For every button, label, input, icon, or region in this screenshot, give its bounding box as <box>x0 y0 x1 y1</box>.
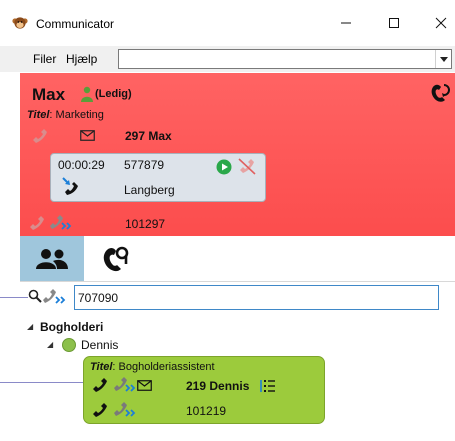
active-call-box: 00:00:29 577879 Langberg <box>50 153 266 202</box>
user-direct-number: 101297 <box>125 217 166 231</box>
user-titel: Titel: Marketing <box>27 109 104 121</box>
tree-person-label[interactable]: Dennis <box>81 338 118 352</box>
expand-arrow-icon[interactable]: ◢ <box>27 322 33 331</box>
connector-line <box>0 382 86 383</box>
search-icon[interactable] <box>28 289 42 303</box>
forward-phone-icon[interactable] <box>114 376 138 394</box>
connector-line <box>0 297 28 298</box>
hangup-icon[interactable] <box>237 157 257 175</box>
call-history-phone-icon[interactable] <box>430 83 452 103</box>
call-contact-name: Langberg <box>124 183 175 197</box>
tab-voicemail[interactable] <box>84 236 148 281</box>
tree-group-label[interactable]: Bogholderi <box>40 320 103 334</box>
close-button[interactable] <box>426 10 455 36</box>
forward-phone-icon[interactable] <box>114 401 138 419</box>
phone-icon[interactable] <box>29 215 45 231</box>
titel-label: Titel <box>90 361 113 373</box>
titel-value: : Bogholderiassistent <box>112 361 215 373</box>
menu-hjaelp[interactable]: Hjælp <box>66 52 97 66</box>
monkey-icon <box>12 17 28 29</box>
maximize-icon <box>389 18 399 28</box>
minimize-icon <box>341 22 351 24</box>
contact-titel: Titel: Bogholderiassistent <box>90 361 215 373</box>
contact-extension: 219 Dennis <box>186 379 250 393</box>
close-icon <box>435 17 447 29</box>
window-title: Communicator <box>36 17 115 31</box>
mail-icon[interactable] <box>80 130 95 141</box>
phone-icon[interactable] <box>92 402 108 418</box>
menu-bar: Filer Hjælp <box>0 46 455 72</box>
menu-filer[interactable]: Filer <box>33 52 56 66</box>
mail-icon[interactable] <box>137 380 152 391</box>
list-icon[interactable] <box>260 379 276 393</box>
call-number: 577879 <box>124 158 165 172</box>
expand-arrow-icon[interactable]: ◢ <box>47 340 53 349</box>
tab-strip <box>20 236 455 282</box>
title-bar: Communicator <box>0 0 455 44</box>
user-extension: 297 Max <box>125 129 172 143</box>
combo-dropdown-button[interactable] <box>435 50 451 68</box>
contact-card[interactable]: Titel: Bogholderiassistent 219 Dennis 10… <box>83 356 325 424</box>
person-status-icon <box>81 86 93 102</box>
user-status-panel: Max (Ledig) Titel: Marketing 297 Max 00:… <box>20 73 455 236</box>
phone-icon[interactable] <box>92 377 108 393</box>
minimize-button[interactable] <box>331 10 361 36</box>
maximize-button[interactable] <box>379 10 409 36</box>
titel-label: Titel <box>27 109 50 121</box>
people-icon <box>36 248 68 269</box>
search-input[interactable] <box>74 285 439 310</box>
tab-contacts[interactable] <box>20 236 84 281</box>
forward-phone-icon[interactable] <box>43 288 69 306</box>
dial-combobox[interactable] <box>118 49 452 69</box>
user-name: Max <box>32 85 66 104</box>
presence-dot-icon <box>62 338 76 352</box>
forward-phone-icon[interactable] <box>50 214 74 232</box>
voicemail-phone-icon <box>103 246 129 271</box>
chevron-down-icon <box>439 56 448 62</box>
contact-direct-number: 101219 <box>186 404 227 418</box>
incoming-call-icon <box>62 177 78 195</box>
titel-value: : Marketing <box>49 109 104 121</box>
play-icon[interactable] <box>216 159 232 175</box>
user-status: (Ledig) <box>95 88 132 100</box>
call-duration: 00:00:29 <box>58 158 105 172</box>
phone-icon[interactable] <box>32 128 48 144</box>
